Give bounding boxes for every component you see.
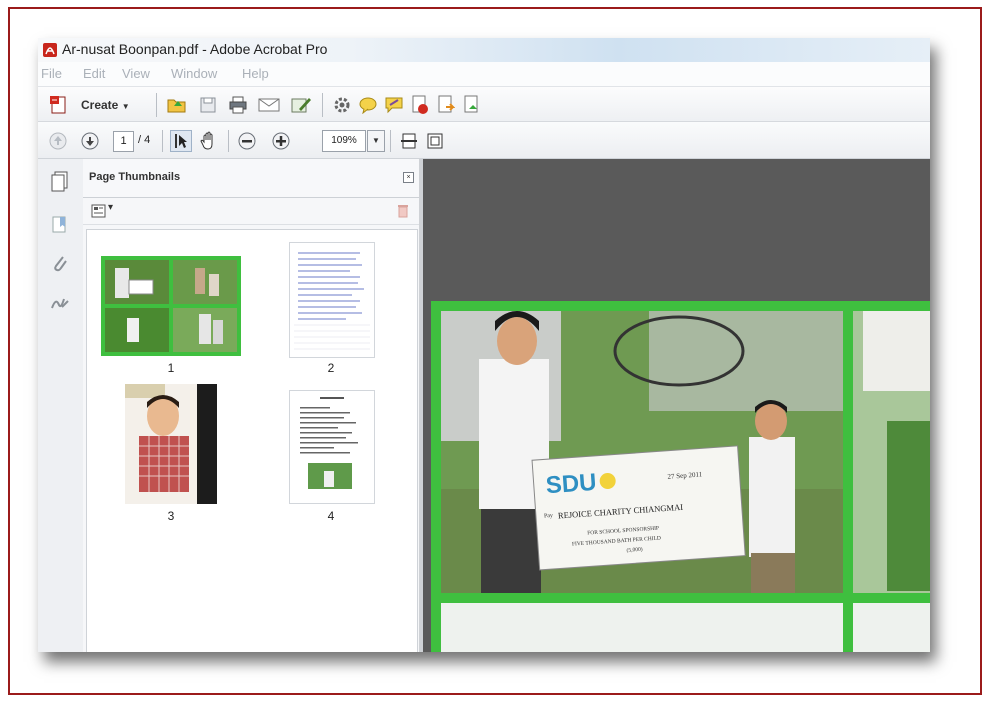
select-tool-icon[interactable] [170, 130, 192, 152]
panel-title: Page Thumbnails [89, 171, 181, 183]
page-thumbnail-2[interactable] [289, 242, 375, 358]
zoom-dropdown-icon[interactable]: ▼ [367, 130, 385, 152]
thumbnail-list: 1 2 3 4 [86, 229, 418, 652]
email-icon[interactable] [256, 93, 282, 117]
thumbnail-label-2: 2 [327, 361, 335, 375]
edit-pdf-icon[interactable] [288, 93, 314, 117]
fit-width-icon[interactable] [398, 130, 420, 152]
create-caret-icon: ▼ [121, 102, 130, 111]
toolbar-divider [322, 93, 323, 117]
thumbnail-label-1: 1 [167, 361, 175, 375]
toolbar-divider [162, 130, 163, 152]
toolbar-divider [390, 130, 391, 152]
thumbnail-options-icon[interactable] [89, 203, 109, 219]
acrobat-app-icon [43, 43, 57, 57]
window-title: Ar-nusat Boonpan.pdf - Adobe Acrobat Pro [62, 41, 328, 57]
signatures-tab-icon[interactable] [48, 291, 72, 315]
close-panel-icon[interactable]: × [403, 172, 414, 183]
delete-pages-icon[interactable] [395, 203, 411, 219]
acrobat-window: Ar-nusat Boonpan.pdf - Adobe Acrobat Pro… [38, 38, 930, 652]
panel-header: Page Thumbnails × [83, 159, 419, 198]
full-screen-icon[interactable] [424, 130, 446, 152]
toolbar-divider [156, 93, 157, 117]
check-logo: SDU [545, 469, 597, 499]
sponsorship-check: SDU 27 Sep 2011 Pay REJOICE CHARITY CHIA… [531, 445, 746, 571]
previous-page-icon[interactable] [48, 131, 68, 151]
highlight-comment-icon[interactable] [382, 93, 406, 117]
zoom-level-field[interactable]: 109% [322, 130, 366, 152]
document-view[interactable]: SDU 27 Sep 2011 Pay REJOICE CHARITY CHIA… [419, 159, 930, 652]
panel-splitter[interactable] [419, 159, 423, 652]
page-thumbnails-tab-icon[interactable] [48, 169, 72, 193]
menu-window[interactable]: Window [171, 66, 217, 81]
export-pdf-icon[interactable] [408, 93, 432, 117]
page-number-input[interactable]: 1 [113, 131, 134, 152]
thumbnail-label-4: 4 [327, 509, 335, 523]
check-footer: (5,000) [626, 546, 643, 554]
create-button[interactable]: Create ▼ [81, 98, 130, 112]
open-folder-icon[interactable] [164, 93, 190, 117]
print-icon[interactable] [226, 93, 250, 117]
check-pay-label: Pay [544, 513, 553, 520]
menu-file[interactable]: File [41, 66, 62, 81]
next-page-icon[interactable] [80, 131, 100, 151]
save-icon[interactable] [196, 93, 220, 117]
menu-edit[interactable]: Edit [83, 66, 105, 81]
title-bar[interactable]: Ar-nusat Boonpan.pdf - Adobe Acrobat Pro [38, 38, 930, 62]
create-label: Create [81, 98, 119, 112]
navigation-pane-strip [38, 159, 84, 652]
toolbar-divider [228, 130, 229, 152]
page-thumbnails-panel: Page Thumbnails × ▾ 1 2 3 4 [83, 159, 419, 652]
sign-icon[interactable] [460, 93, 484, 117]
page-thumbnail-4[interactable] [289, 390, 375, 504]
menu-bar: File Edit View Window Help [38, 62, 930, 87]
menu-view[interactable]: View [122, 66, 150, 81]
panel-options-bar: ▾ [83, 198, 419, 225]
menu-help[interactable]: Help [242, 66, 269, 81]
settings-gear-icon[interactable] [330, 93, 354, 117]
thumbnail-label-3: 3 [167, 509, 175, 523]
hand-tool-icon[interactable] [198, 130, 220, 152]
create-icon[interactable] [46, 93, 72, 117]
page-1-photo-collage: SDU 27 Sep 2011 Pay REJOICE CHARITY CHIA… [431, 301, 930, 652]
page-thumbnail-1[interactable] [101, 256, 241, 356]
zoom-out-icon[interactable] [236, 130, 258, 152]
attachments-tab-icon[interactable] [48, 251, 72, 275]
comment-bubble-icon[interactable] [356, 93, 380, 117]
page-total: / 4 [138, 134, 151, 146]
page-thumbnail-3[interactable] [125, 384, 217, 504]
zoom-in-icon[interactable] [270, 130, 292, 152]
options-caret-icon: ▾ [108, 202, 114, 213]
bookmarks-tab-icon[interactable] [48, 213, 72, 237]
share-icon[interactable] [434, 93, 458, 117]
